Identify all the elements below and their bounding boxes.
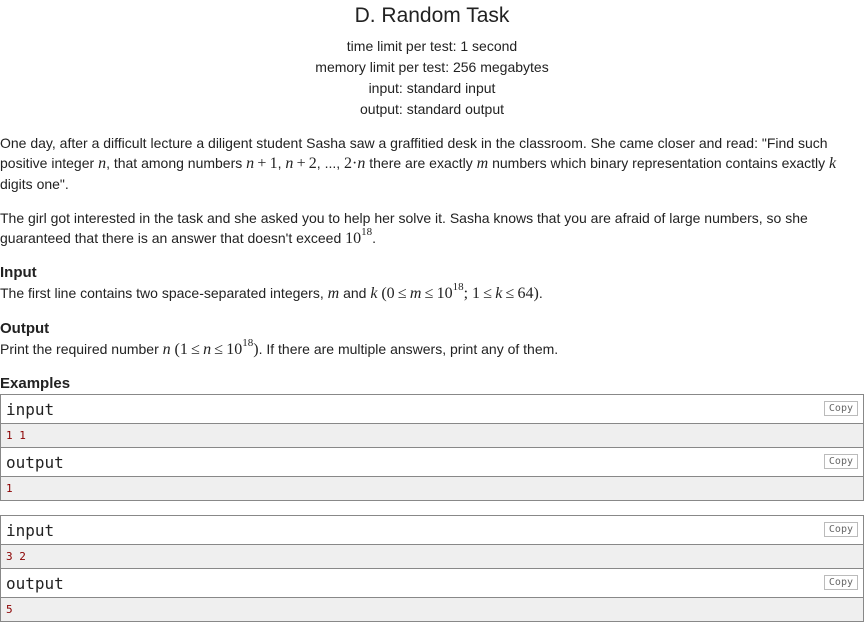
example-2-output: 5 (1, 598, 863, 621)
copy-button[interactable]: Copy (823, 454, 858, 469)
output-heading: Output (0, 320, 50, 337)
input-label: input (6, 521, 55, 540)
input-heading: Input (0, 264, 37, 281)
memory-limit: memory limit per test: 256 megabytes (315, 59, 549, 75)
example-1-input-header: input Copy (1, 395, 863, 424)
example-1-input: 1 1 (1, 424, 863, 448)
output-label: output (6, 574, 64, 593)
limits: time limit per test: 1 second memory lim… (0, 36, 864, 120)
example-1-output-header: output Copy (1, 448, 863, 477)
output-text: Print the required number n (1 ≤ n ≤ 101… (0, 336, 559, 358)
example-2-output-header: output Copy (1, 569, 863, 598)
input-section: Input The first line contains two space-… (0, 263, 864, 304)
input-label: input (6, 400, 55, 419)
output-source: output: standard output (360, 101, 504, 117)
example-1: input Copy 1 1 output Copy 1 (0, 394, 864, 501)
input-text: The first line contains two space-separa… (0, 280, 543, 302)
statement: One day, after a difficult lecture a dil… (0, 133, 864, 249)
copy-button[interactable]: Copy (823, 401, 858, 416)
example-2: input Copy 3 2 output Copy 5 (0, 515, 864, 622)
time-limit: time limit per test: 1 second (346, 38, 518, 54)
statement-paragraph-2: The girl got interested in the task and … (0, 210, 808, 247)
output-section: Output Print the required number n (1 ≤ … (0, 319, 864, 360)
examples-heading: Examples (0, 375, 71, 392)
examples-section: Examples input Copy 1 1 output Copy 1 in… (0, 374, 864, 622)
output-label: output (6, 453, 64, 472)
example-2-input-header: input Copy (1, 516, 863, 545)
example-1-output: 1 (1, 477, 863, 500)
statement-paragraph-1: One day, after a difficult lecture a dil… (0, 135, 837, 192)
input-source: input: standard input (368, 80, 496, 96)
problem-title: D. Random Task (354, 4, 510, 27)
copy-button[interactable]: Copy (823, 522, 858, 537)
example-2-input: 3 2 (1, 545, 863, 569)
copy-button[interactable]: Copy (823, 575, 858, 590)
